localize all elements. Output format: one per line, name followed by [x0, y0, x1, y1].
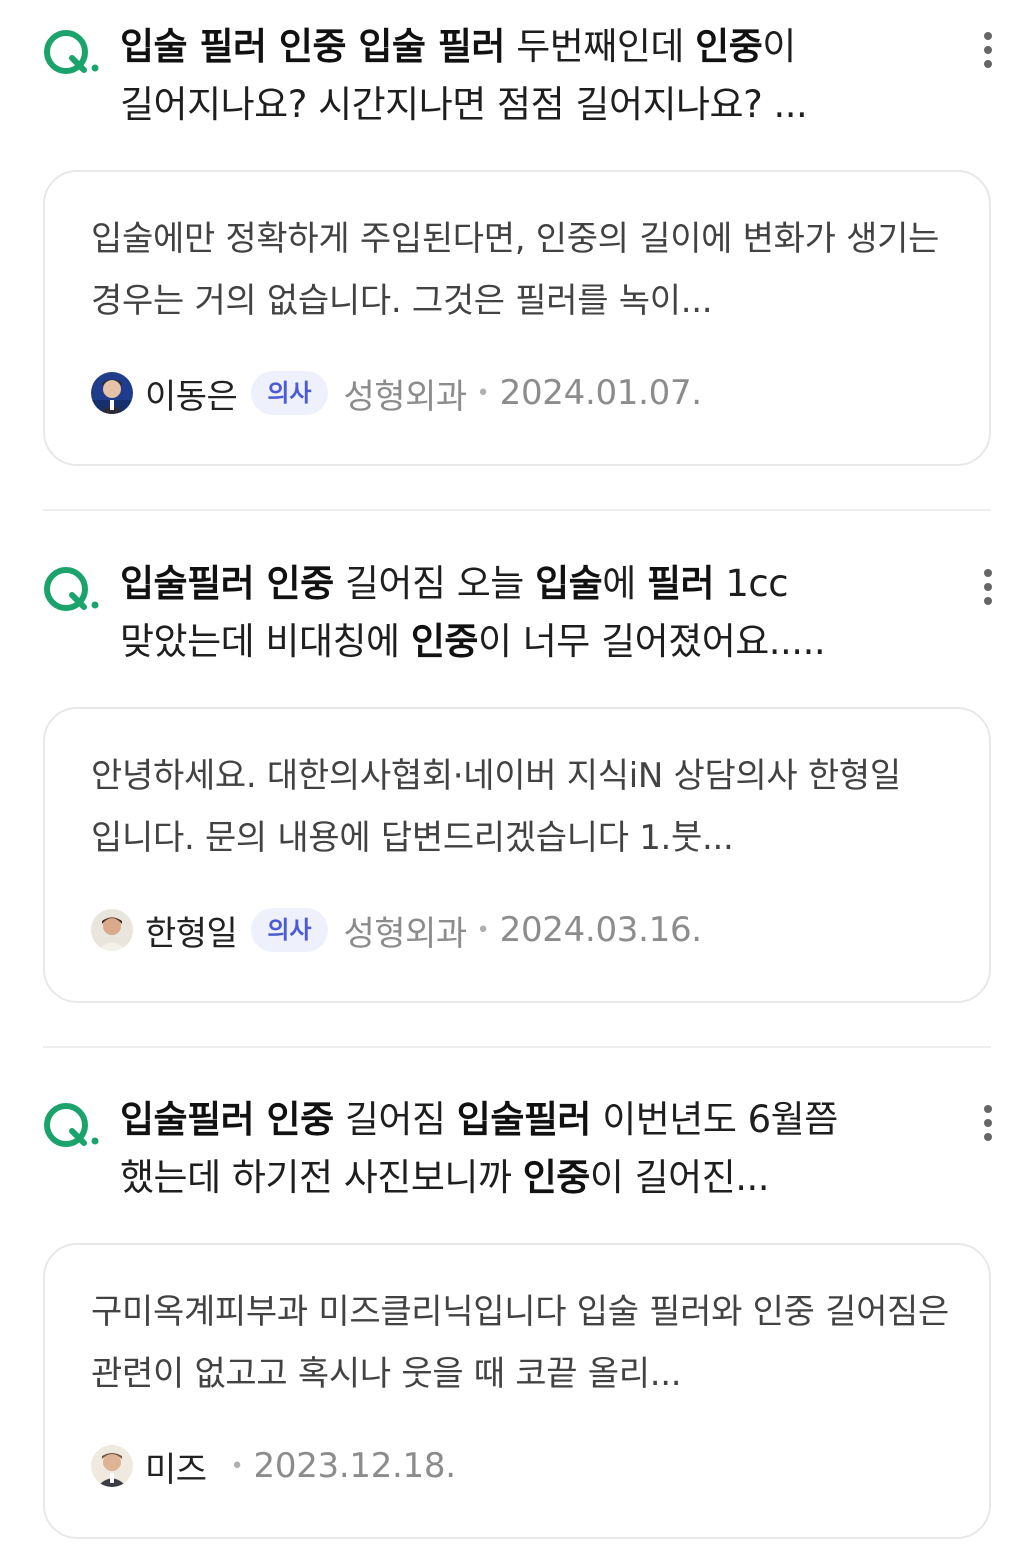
author-row: 이동은 의사 성형외과 • 2024.01.07. — [91, 368, 702, 418]
more-options-button[interactable] — [968, 28, 1008, 72]
separator-dot: • — [230, 1453, 244, 1479]
qa-result-item: 입술필러 인중 길어짐 오늘 입술에 필러 1cc 맞았는데 비대칭에 인중이 … — [0, 537, 1024, 1037]
question-title[interactable]: 입술 필러 인중 입술 필러 두번째인데 인중이 길어지나요? 시간지나면 점점… — [120, 18, 910, 134]
author-avatar — [91, 372, 133, 414]
question-title-segment: 입술필러 — [456, 1098, 592, 1141]
doctor-badge: 의사 — [251, 908, 328, 952]
question-title-segment: 이 길어진... — [589, 1156, 770, 1199]
author-avatar — [91, 909, 133, 951]
separator-dot: • — [476, 380, 490, 406]
more-options-button[interactable] — [968, 565, 1008, 609]
author-name: 미즈 — [145, 1449, 207, 1490]
question-title[interactable]: 입술필러 인중 길어짐 오늘 입술에 필러 1cc 맞았는데 비대칭에 인중이 … — [120, 555, 910, 671]
question-row[interactable]: 입술 필러 인중 입술 필러 두번째인데 인중이 길어지나요? 시간지나면 점점… — [0, 0, 1024, 140]
question-q-icon — [44, 1103, 99, 1147]
department-label: 성형외과 — [343, 376, 468, 417]
question-row[interactable]: 입술필러 인중 길어짐 오늘 입술에 필러 1cc 맞았는데 비대칭에 인중이 … — [0, 537, 1024, 677]
question-title-segment: 에 — [602, 562, 648, 605]
question-q-icon — [44, 567, 99, 611]
question-title-segment: 입술필러 인중 — [120, 562, 334, 605]
department-label: 성형외과 — [343, 913, 468, 954]
more-dot-icon — [984, 1105, 992, 1113]
result-divider — [43, 509, 991, 511]
more-dot-icon — [984, 1119, 992, 1127]
author-row: 미즈 • 2023.12.18. — [91, 1441, 456, 1491]
answer-card[interactable]: 구미옥계피부과 미즈클리닉입니다 입술 필러와 인중 길어짐은 관련이 없고고 … — [43, 1243, 991, 1539]
more-dot-icon — [984, 583, 992, 591]
author-row: 한형일 의사 성형외과 • 2024.03.16. — [91, 905, 702, 955]
answer-preview-text: 구미옥계피부과 미즈클리닉입니다 입술 필러와 인중 길어짐은 관련이 없고고 … — [91, 1292, 950, 1394]
author-name: 이동은 — [145, 376, 238, 417]
answer-preview-text: 입술에만 정확하게 주입된다면, 인중의 길이에 변화가 생기는 경우는 거의 … — [91, 219, 940, 321]
answer-date: 2023.12.18. — [253, 1446, 456, 1486]
question-row[interactable]: 입술필러 인중 길어짐 입술필러 이번년도 6월쯤 했는데 하기전 사진보니까 … — [0, 1073, 1024, 1213]
question-title-segment: 입술필러 인중 — [120, 1098, 334, 1141]
question-title-segment: 인중 — [522, 1156, 591, 1199]
question-title-segment: 인중 — [410, 620, 479, 663]
more-dot-icon — [984, 46, 992, 54]
question-title-segment: 길어짐 — [333, 1098, 457, 1141]
more-dot-icon — [984, 569, 992, 577]
more-dot-icon — [984, 32, 992, 40]
answer-date: 2024.03.16. — [499, 910, 702, 950]
answer-card[interactable]: 안녕하세요. 대한의사협회·네이버 지식iN 상담의사 한형일 입니다. 문의 … — [43, 707, 991, 1003]
question-title-segment: 입술 — [535, 562, 603, 605]
author-name: 한형일 — [145, 913, 238, 954]
author-avatar — [91, 1445, 133, 1487]
qa-result-item: 입술필러 인중 길어짐 입술필러 이번년도 6월쯤 했는데 하기전 사진보니까 … — [0, 1073, 1024, 1558]
more-options-button[interactable] — [968, 1101, 1008, 1145]
more-dot-icon — [984, 1133, 992, 1141]
more-dot-icon — [984, 597, 992, 605]
answer-preview-text: 안녕하세요. 대한의사협회·네이버 지식iN 상담의사 한형일 입니다. 문의 … — [91, 756, 901, 858]
question-title-segment: 필러 — [647, 562, 715, 605]
question-q-icon — [44, 30, 99, 74]
question-title[interactable]: 입술필러 인중 길어짐 입술필러 이번년도 6월쯤 했는데 하기전 사진보니까 … — [120, 1091, 910, 1207]
question-title-segment: 이 너무 길어졌어요..... — [477, 620, 826, 663]
answer-card[interactable]: 입술에만 정확하게 주입된다면, 인중의 길이에 변화가 생기는 경우는 거의 … — [43, 170, 991, 466]
result-divider — [43, 1046, 991, 1048]
separator-dot: • — [476, 917, 490, 943]
question-title-segment: 인중 — [695, 25, 763, 68]
answer-date: 2024.01.07. — [499, 373, 702, 413]
question-title-segment: 길어짐 오늘 — [333, 562, 536, 605]
doctor-badge: 의사 — [251, 371, 328, 415]
qa-result-item: 입술 필러 인중 입술 필러 두번째인데 인중이 길어지나요? 시간지나면 점점… — [0, 0, 1024, 500]
more-dot-icon — [984, 60, 992, 68]
question-title-segment: 입술 필러 인중 입술 필러 — [120, 25, 505, 68]
question-title-segment: 두번째인데 — [504, 25, 696, 68]
